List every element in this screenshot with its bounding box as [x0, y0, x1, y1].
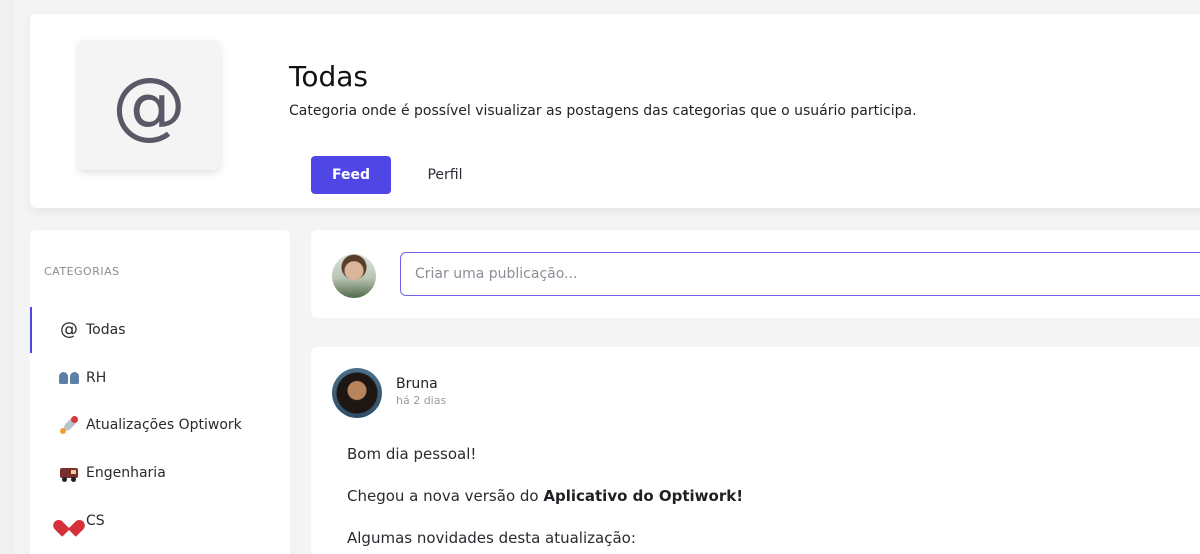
sidebar-item-label: Todas: [86, 322, 126, 338]
category-header: @ Todas Categoria onde é possível visual…: [30, 14, 1200, 208]
post-text-line: Chegou a nova versão do Aplicativo do Op…: [347, 487, 743, 505]
train-icon: [58, 462, 80, 484]
at-icon: @: [112, 62, 186, 148]
sidebar-item-rh[interactable]: RH: [30, 355, 290, 401]
avatar: [332, 254, 376, 298]
sidebar-item-label: Engenharia: [86, 465, 166, 481]
post-text-bold: Aplicativo do Optiwork!: [543, 487, 744, 505]
heart-icon: [50, 510, 88, 537]
rocket-icon: [58, 414, 80, 436]
post-text-line: Algumas novidades desta atualização:: [347, 529, 636, 547]
sidebar-item-label: RH: [86, 370, 107, 386]
post-composer: [311, 230, 1200, 318]
sidebar-item-todas[interactable]: @ Todas: [30, 307, 290, 353]
left-edge: [0, 0, 14, 554]
sidebar-item-label: CS: [86, 513, 105, 529]
sidebar-item-label: Atualizações Optiwork: [86, 417, 242, 433]
category-description: Categoria onde é possível visualizar as …: [289, 103, 917, 119]
page-title: Todas: [289, 60, 368, 93]
sidebar-item-cs[interactable]: CS: [30, 498, 290, 544]
post-timestamp: há 2 dias: [396, 394, 447, 407]
sidebar-item-engenharia[interactable]: Engenharia: [30, 450, 290, 496]
post-text-line: Bom dia pessoal!: [347, 445, 477, 463]
author-avatar[interactable]: [332, 368, 382, 418]
sidebar-heading: CATEGORIAS: [44, 265, 120, 278]
sidebar-item-atualizacoes[interactable]: Atualizações Optiwork: [30, 402, 290, 448]
tab-perfil[interactable]: Perfil: [410, 156, 480, 194]
categories-sidebar: CATEGORIAS @ Todas RH Atualizações Optiw…: [30, 230, 290, 554]
post-text: Chegou a nova versão do: [347, 487, 544, 505]
people-icon: [58, 367, 80, 389]
post-card: Bruna há 2 dias Bom dia pessoal! Chegou …: [311, 347, 1200, 554]
at-icon: @: [60, 319, 78, 340]
category-avatar: @: [78, 40, 220, 170]
tab-feed[interactable]: Feed: [311, 156, 391, 194]
post-author[interactable]: Bruna: [396, 376, 438, 392]
create-post-input[interactable]: [400, 252, 1200, 296]
